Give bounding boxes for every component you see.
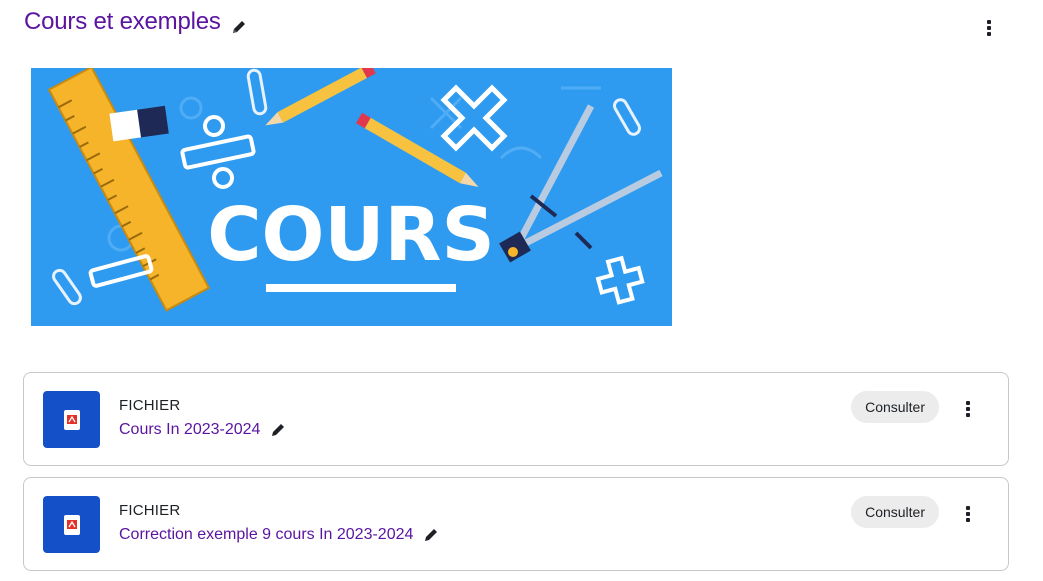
activity-link[interactable]: Cours In 2023-2024	[119, 421, 286, 439]
activity-type: FICHIER	[119, 502, 181, 519]
activity-name[interactable]: Cours In 2023-2024	[119, 421, 260, 439]
activity-type: FICHIER	[119, 397, 181, 414]
section-banner-image: COURS	[31, 68, 672, 326]
activity-card: FICHIER Cours In 2023-2024 Consulter	[23, 372, 1009, 466]
activity-link[interactable]: Correction exemple 9 cours In 2023-2024	[119, 526, 439, 544]
section-title[interactable]: Cours et exemples	[24, 8, 247, 36]
activity-menu-icon[interactable]	[958, 502, 978, 526]
section-title-text: Cours et exemples	[24, 8, 221, 35]
activity-name[interactable]: Correction exemple 9 cours In 2023-2024	[119, 526, 413, 544]
pencil-icon[interactable]	[423, 527, 439, 543]
activity-menu-icon[interactable]	[958, 397, 978, 421]
consulter-button[interactable]: Consulter	[851, 391, 939, 423]
pencil-icon[interactable]	[270, 422, 286, 438]
section-menu-icon[interactable]	[979, 16, 999, 40]
consulter-button[interactable]: Consulter	[851, 496, 939, 528]
pdf-file-icon[interactable]	[43, 496, 100, 553]
banner-word: COURS	[207, 192, 495, 278]
pencil-icon[interactable]	[231, 14, 247, 33]
activity-card: FICHIER Correction exemple 9 cours In 20…	[23, 477, 1009, 571]
pdf-file-icon[interactable]	[43, 391, 100, 448]
